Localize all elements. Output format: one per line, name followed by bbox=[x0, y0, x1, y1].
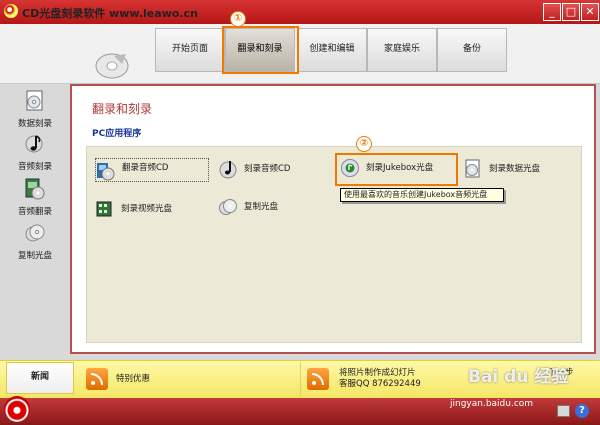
tab-home-entertainment[interactable]: 家庭娱乐 bbox=[367, 28, 437, 72]
burn-data-disc-item[interactable]: 刻录数据光盘 bbox=[463, 157, 573, 181]
data-disc-icon bbox=[26, 90, 43, 111]
sidebar-item-data-burn[interactable]: 数据刻录 bbox=[12, 90, 58, 129]
annotation-badge-2: ② bbox=[356, 136, 372, 152]
news-divider bbox=[300, 362, 301, 396]
printer-icon[interactable] bbox=[557, 405, 570, 417]
disc-logo-icon bbox=[95, 53, 129, 79]
sidebar-item-audio-burn[interactable]: 音频刻录 bbox=[12, 133, 58, 172]
tab-start-page[interactable]: 开始页面 bbox=[155, 28, 225, 72]
data-disc-icon bbox=[465, 159, 480, 178]
rss-icon bbox=[307, 368, 329, 390]
page-title: 翻录和刻录 bbox=[92, 102, 153, 116]
help-icon[interactable]: ? bbox=[575, 404, 589, 418]
app-disc-icon bbox=[4, 4, 18, 18]
copy-disc-item[interactable]: 复制光盘 bbox=[218, 195, 318, 219]
tab-backup[interactable]: 备份 bbox=[437, 28, 507, 72]
rip-cd-icon bbox=[97, 163, 115, 181]
annotation-highlight-tab bbox=[222, 26, 299, 74]
close-button[interactable]: ✕ bbox=[581, 3, 599, 21]
news-tab[interactable]: 新闻 bbox=[6, 362, 74, 394]
watermark-logo: Bai du 经验 bbox=[468, 367, 569, 387]
sidebar-item-label: 音频翻录 bbox=[17, 207, 52, 217]
news-link-special-offer[interactable]: 特别优惠 bbox=[116, 372, 150, 384]
watermark-url: jingyan.baidu.com bbox=[450, 399, 534, 409]
copy-disc-icon bbox=[219, 199, 237, 215]
sidebar-item-copy-disc[interactable]: 复制光盘 bbox=[12, 222, 58, 261]
section-title: PC应用程序 bbox=[92, 129, 142, 139]
tab-create-and-edit[interactable]: 创建和编辑 bbox=[297, 28, 367, 72]
item-label: 刻录视频光盘 bbox=[121, 204, 173, 214]
news-line-1: 将照片制作成幻灯片 bbox=[339, 368, 416, 378]
sidebar-item-audio-rip[interactable]: 音频翻录 bbox=[12, 178, 58, 217]
news-line-2: 客服QQ 876292449 bbox=[339, 379, 421, 389]
sidebar-item-label: 音频刻录 bbox=[17, 162, 52, 172]
maximize-button[interactable]: □ bbox=[562, 3, 580, 21]
item-label: 翻录音频CD bbox=[122, 163, 169, 173]
copy-disc-icon bbox=[25, 224, 45, 242]
annotation-badge-1: ① bbox=[230, 11, 246, 27]
sidebar-item-label: 数据刻录 bbox=[17, 119, 52, 129]
news-link-slideshow[interactable]: 将照片制作成幻灯片 客服QQ 876292449 bbox=[339, 368, 421, 390]
tooltip: 使用最喜欢的音乐创建Jukebox音频光盘 bbox=[340, 188, 504, 202]
item-label: 复制光盘 bbox=[244, 202, 279, 212]
app-logo-icon bbox=[4, 396, 30, 422]
burn-audio-icon bbox=[219, 161, 237, 179]
sidebar-item-label: 复制光盘 bbox=[17, 251, 52, 261]
annotation-highlight-item bbox=[335, 153, 458, 186]
video-disc-icon bbox=[96, 201, 112, 217]
item-label: 刻录音频CD bbox=[244, 164, 291, 174]
music-note-icon bbox=[25, 135, 43, 153]
audio-rip-icon bbox=[25, 178, 45, 200]
burn-video-disc-item[interactable]: 刻录视频光盘 bbox=[95, 197, 205, 221]
minimize-button[interactable]: _ bbox=[543, 3, 561, 21]
rss-icon bbox=[86, 368, 108, 390]
burn-audio-cd-item[interactable]: 刻录音频CD bbox=[218, 157, 318, 181]
rip-audio-cd-item[interactable]: 翻录音频CD bbox=[95, 158, 209, 182]
item-label: 刻录数据光盘 bbox=[489, 164, 541, 174]
window-title: CD光盘刻录软件 www.leawo.cn bbox=[22, 7, 198, 20]
